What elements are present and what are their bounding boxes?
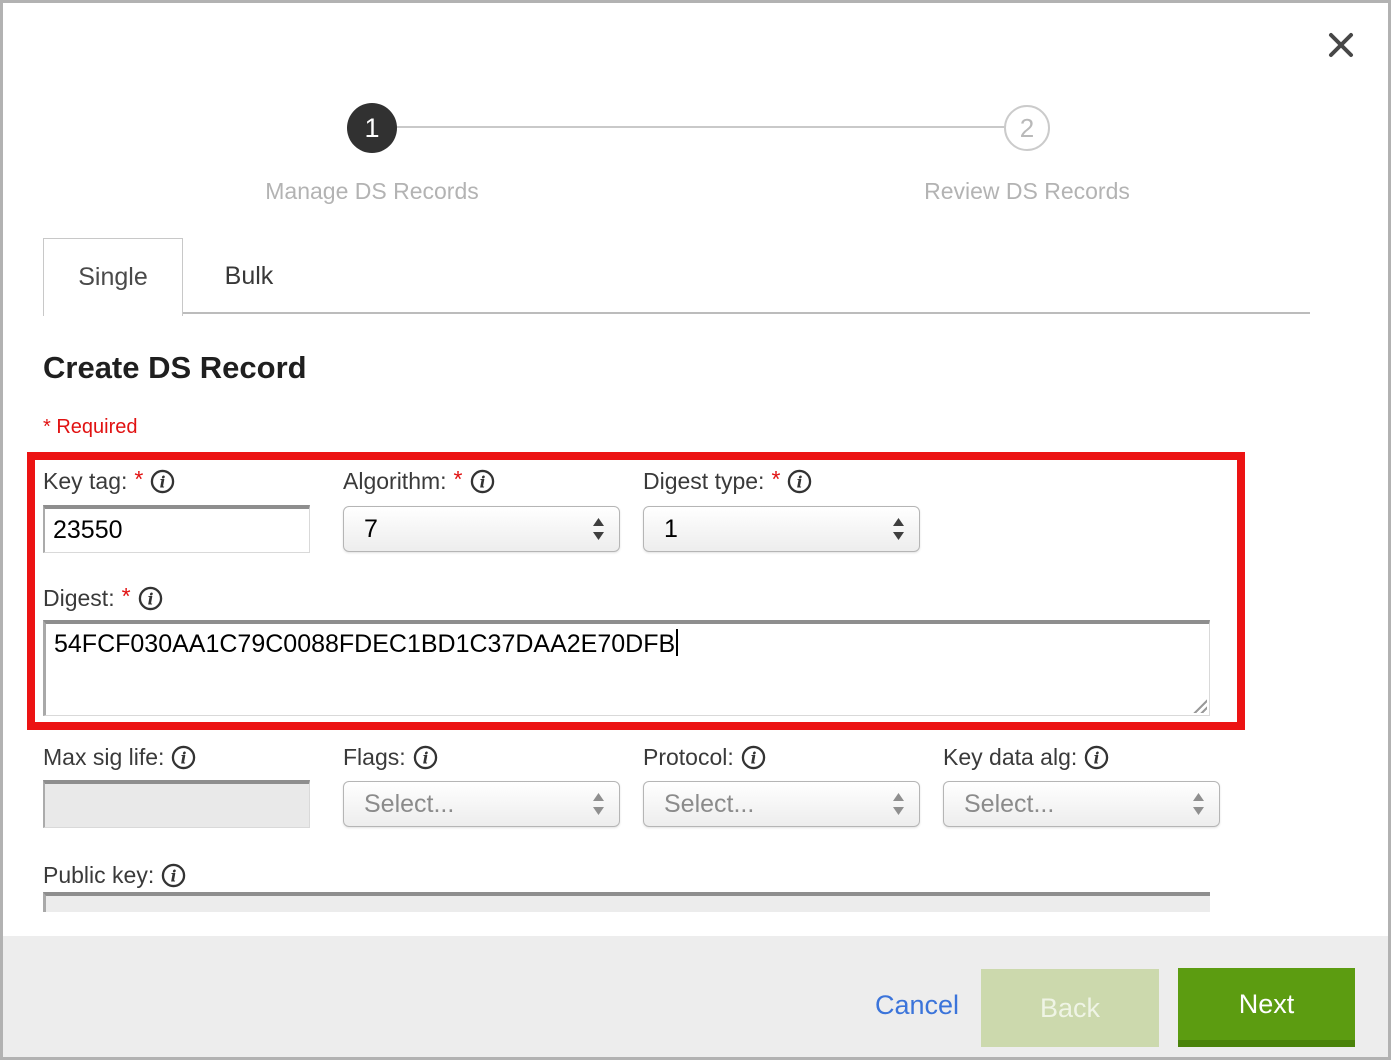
stepper-step-1-circle: 1 (347, 103, 397, 153)
select-arrows-icon (592, 517, 605, 541)
protocol-label: Protocol: (643, 744, 734, 771)
protocol-select[interactable]: Select... (643, 781, 920, 827)
key-data-alg-select[interactable]: Select... (943, 781, 1220, 827)
stepper-connector (396, 126, 1006, 128)
digest-type-select[interactable]: 1 (643, 506, 920, 552)
stepper-step-1-number: 1 (364, 113, 379, 144)
stepper-step-1-label: Manage DS Records (222, 178, 522, 205)
next-button-label: Next (1239, 989, 1295, 1020)
digest-type-label-row: Digest type: * i (643, 466, 812, 496)
dialog-footer: Cancel Back Next (3, 936, 1388, 1057)
select-arrows-icon (1192, 792, 1205, 816)
max-sig-life-label-row: Max sig life: i (43, 742, 196, 772)
digest-textarea[interactable]: 54FCF030AA1C79C0088FDEC1BD1C37DAA2E70DFB (43, 620, 1210, 716)
resize-handle-icon[interactable] (1191, 697, 1207, 713)
next-button[interactable]: Next (1178, 968, 1355, 1047)
algorithm-select[interactable]: 7 (343, 506, 620, 552)
select-arrows-icon (592, 792, 605, 816)
digest-type-required-marker: * (771, 466, 780, 493)
close-icon (1327, 31, 1355, 59)
algorithm-select-value: 7 (364, 515, 592, 544)
digest-value: 54FCF030AA1C79C0088FDEC1BD1C37DAA2E70DFB (54, 630, 675, 658)
public-key-info-icon[interactable]: i (161, 863, 186, 888)
digest-required-marker: * (122, 583, 131, 610)
close-button[interactable] (1320, 24, 1362, 66)
select-arrows-icon (892, 792, 905, 816)
svg-text:i: i (797, 473, 803, 491)
svg-text:i: i (181, 749, 187, 767)
public-key-label-row: Public key: i (43, 860, 186, 890)
key-tag-input[interactable] (43, 505, 310, 553)
stepper-step-2-number: 2 (1020, 113, 1034, 144)
digest-type-info-icon[interactable]: i (787, 469, 812, 494)
digest-label: Digest: (43, 585, 115, 612)
back-button[interactable]: Back (981, 969, 1159, 1047)
key-tag-label: Key tag: (43, 468, 127, 495)
tab-single-label: Single (78, 263, 148, 292)
tab-bar: Single Bulk (43, 238, 1310, 314)
protocol-select-value: Select... (664, 790, 892, 819)
flags-info-icon[interactable]: i (413, 745, 438, 770)
svg-text:i: i (1094, 749, 1100, 767)
tab-single[interactable]: Single (43, 238, 183, 316)
text-caret (676, 629, 678, 656)
protocol-label-row: Protocol: i (643, 742, 766, 772)
key-data-alg-label-row: Key data alg: i (943, 742, 1109, 772)
required-note: * Required (43, 416, 138, 439)
digest-info-icon[interactable]: i (138, 586, 163, 611)
svg-text:i: i (160, 473, 166, 491)
tab-bulk[interactable]: Bulk (183, 238, 315, 314)
back-button-label: Back (1040, 993, 1100, 1024)
algorithm-label: Algorithm: (343, 468, 447, 495)
svg-text:i: i (171, 867, 177, 885)
cancel-button[interactable]: Cancel (875, 990, 959, 1021)
flags-label-row: Flags: i (343, 742, 438, 772)
digest-type-select-value: 1 (664, 515, 892, 544)
svg-text:i: i (750, 749, 756, 767)
flags-select[interactable]: Select... (343, 781, 620, 827)
key-tag-label-row: Key tag: * i (43, 466, 175, 496)
key-tag-required-marker: * (134, 466, 143, 493)
algorithm-required-marker: * (454, 466, 463, 493)
stepper-step-2-circle: 2 (1004, 105, 1050, 151)
algorithm-info-icon[interactable]: i (470, 469, 495, 494)
stepper-step-2-label: Review DS Records (877, 178, 1177, 205)
digest-type-label: Digest type: (643, 468, 764, 495)
key-data-alg-select-value: Select... (964, 790, 1192, 819)
flags-select-value: Select... (364, 790, 592, 819)
key-tag-info-icon[interactable]: i (150, 469, 175, 494)
key-data-alg-label: Key data alg: (943, 744, 1077, 771)
protocol-info-icon[interactable]: i (741, 745, 766, 770)
public-key-textarea[interactable] (43, 892, 1210, 912)
select-arrows-icon (892, 517, 905, 541)
key-data-alg-info-icon[interactable]: i (1084, 745, 1109, 770)
max-sig-life-label: Max sig life: (43, 744, 164, 771)
page-title: Create DS Record (43, 350, 307, 386)
tab-bulk-label: Bulk (225, 262, 274, 291)
algorithm-label-row: Algorithm: * i (343, 466, 495, 496)
max-sig-life-info-icon[interactable]: i (171, 745, 196, 770)
digest-label-row: Digest: * i (43, 583, 163, 613)
max-sig-life-input[interactable] (43, 780, 310, 828)
flags-label: Flags: (343, 744, 406, 771)
svg-text:i: i (479, 473, 485, 491)
svg-text:i: i (422, 749, 428, 767)
public-key-label: Public key: (43, 862, 154, 889)
svg-text:i: i (147, 590, 153, 608)
